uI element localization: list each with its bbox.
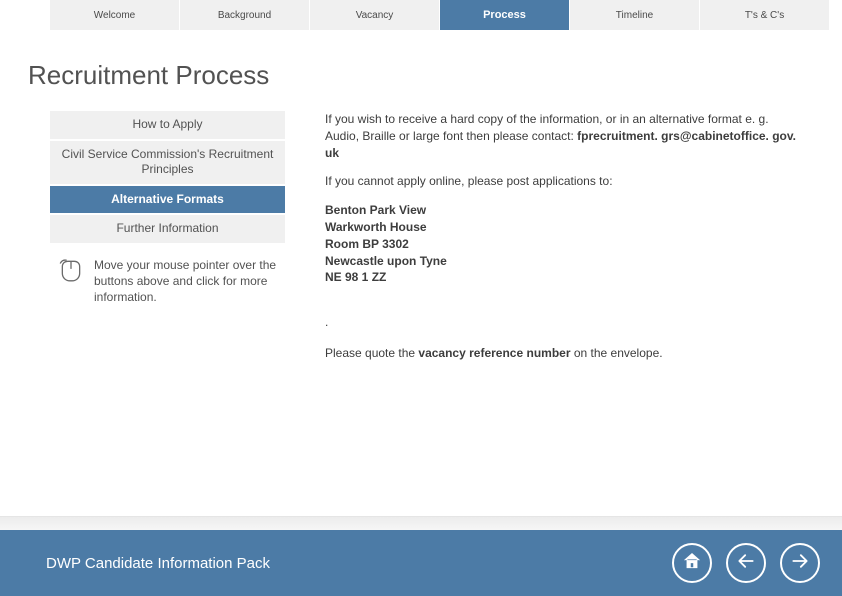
home-icon (682, 551, 702, 576)
footer-title: DWP Candidate Information Pack (46, 555, 270, 572)
next-button[interactable] (780, 543, 820, 583)
footer-shade (0, 516, 842, 530)
address-line-3: Room BP 3302 (325, 236, 802, 253)
quote-bold: vacancy reference number (418, 346, 570, 360)
post-instruction: If you cannot apply online, please post … (325, 173, 802, 190)
sidebar-hint-text: Move your mouse pointer over the buttons… (94, 257, 283, 306)
quote-text-a: Please quote the (325, 346, 418, 360)
footer: DWP Candidate Information Pack (0, 516, 842, 596)
mouse-icon (58, 257, 84, 283)
intro-paragraph: If you wish to receive a hard copy of th… (325, 111, 802, 161)
footer-icons (672, 543, 820, 583)
sidebar-item-further-information[interactable]: Further Information (50, 215, 285, 243)
top-tabs: Welcome Background Vacancy Process Timel… (50, 0, 842, 30)
tab-vacancy[interactable]: Vacancy (310, 0, 439, 30)
post-address: Benton Park View Warkworth House Room BP… (325, 202, 802, 286)
address-line-1: Benton Park View (325, 202, 802, 219)
arrow-right-icon (790, 551, 810, 576)
tab-ts-and-cs[interactable]: T's & C's (700, 0, 829, 30)
main-content: If you wish to receive a hard copy of th… (285, 111, 842, 374)
home-button[interactable] (672, 543, 712, 583)
previous-button[interactable] (726, 543, 766, 583)
page-title: Recruitment Process (28, 60, 842, 91)
tab-background[interactable]: Background (180, 0, 309, 30)
separator-dot: . (325, 314, 802, 331)
quote-instruction: Please quote the vacancy reference numbe… (325, 345, 802, 362)
sidebar-item-how-to-apply[interactable]: How to Apply (50, 111, 285, 139)
tab-welcome[interactable]: Welcome (50, 0, 179, 30)
quote-text-c: on the envelope. (571, 346, 663, 360)
address-line-5: NE 98 1 ZZ (325, 269, 802, 286)
sidebar-item-alternative-formats[interactable]: Alternative Formats (50, 186, 285, 214)
sidebar: How to Apply Civil Service Commission's … (50, 111, 285, 374)
tab-process[interactable]: Process (440, 0, 569, 30)
tab-timeline[interactable]: Timeline (570, 0, 699, 30)
arrow-left-icon (736, 551, 756, 576)
address-line-4: Newcastle upon Tyne (325, 253, 802, 270)
address-line-2: Warkworth House (325, 219, 802, 236)
sidebar-item-csc-principles[interactable]: Civil Service Commission's Recruitment P… (50, 141, 285, 184)
